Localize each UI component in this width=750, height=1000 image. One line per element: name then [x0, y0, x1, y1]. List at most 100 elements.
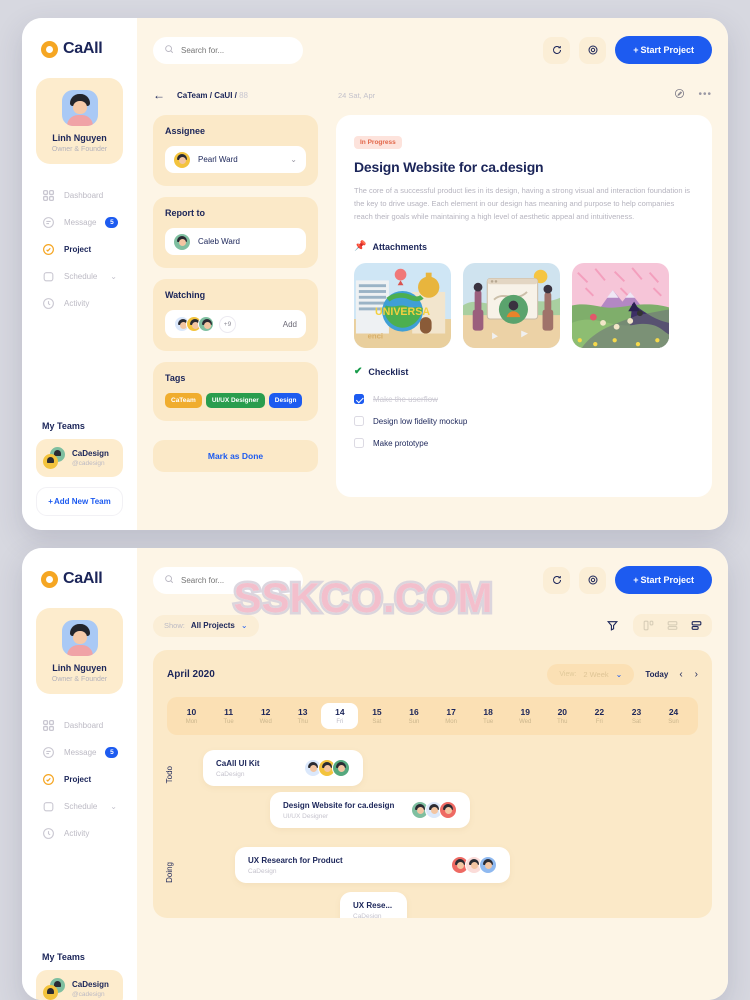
- day-cell[interactable]: 19 Wed: [507, 703, 544, 729]
- back-arrow-icon[interactable]: ←: [153, 89, 165, 101]
- timeline-view-icon[interactable]: [690, 619, 703, 632]
- timeline-card[interactable]: CaAll UI Kit CaDesign: [203, 750, 363, 786]
- profile-card[interactable]: Linh Nguyen Owner & Founder: [36, 608, 123, 694]
- refresh-button[interactable]: [543, 566, 571, 594]
- search-box[interactable]: [153, 36, 303, 64]
- tag-chip[interactable]: UI/UX Designer: [205, 393, 265, 408]
- profile-role: Owner & Founder: [51, 676, 108, 683]
- refresh-button[interactable]: [543, 36, 571, 64]
- day-cell[interactable]: 12 Wed: [247, 703, 284, 729]
- brand-logo[interactable]: CaAll: [32, 36, 127, 58]
- ring-icon: [41, 570, 58, 588]
- day-weekday: Thu: [557, 719, 568, 725]
- prev-arrow-icon[interactable]: ‹: [679, 669, 682, 680]
- sidebar-item-message[interactable]: Message 5: [32, 209, 127, 236]
- breadcrumb[interactable]: CaTeam / CaUI / 88: [177, 91, 248, 100]
- timeline-card-subtitle: UI/UX Designer: [283, 812, 329, 820]
- sidebar-item-project[interactable]: Project: [32, 766, 127, 793]
- timeline-card[interactable]: Design Website for ca.design UI/UX Desig…: [270, 792, 470, 828]
- add-watcher-button[interactable]: Add: [283, 320, 297, 329]
- team-card-cadesign[interactable]: CaDesign @cadesign: [36, 439, 123, 477]
- chevron-down-icon[interactable]: ⌄: [110, 272, 117, 281]
- search-input[interactable]: [181, 45, 292, 55]
- calendar-month: April 2020: [167, 669, 215, 680]
- profile-card[interactable]: Linh Nguyen Owner & Founder: [36, 78, 123, 164]
- timeline-card[interactable]: UX Research for Product CaDesign: [235, 847, 510, 883]
- checklist-item[interactable]: Make the userflow: [354, 388, 694, 410]
- board-view-icon[interactable]: [642, 619, 655, 632]
- timeline-card[interactable]: UX Rese... CaDesign: [340, 892, 407, 918]
- day-cell[interactable]: 17 Mon: [433, 703, 470, 729]
- start-project-button[interactable]: + Start Project: [615, 566, 712, 594]
- day-cell[interactable]: 20 Thu: [544, 703, 581, 729]
- search-input[interactable]: [181, 575, 292, 585]
- next-arrow-icon[interactable]: ›: [695, 669, 698, 680]
- sidebar-item-schedule[interactable]: Schedule ⌄: [32, 263, 127, 290]
- day-cell[interactable]: 22 Fri: [581, 703, 618, 729]
- add-new-team-button[interactable]: +Add New Team: [36, 487, 123, 516]
- day-cell[interactable]: 16 Sun: [395, 703, 432, 729]
- avatar: [479, 856, 497, 874]
- search-box[interactable]: [153, 566, 303, 594]
- assignee-select[interactable]: Pearl Ward ⌄: [165, 146, 306, 173]
- tag-chip[interactable]: Design: [268, 393, 303, 408]
- show-projects-select[interactable]: Show: All Projects ⌄: [153, 614, 259, 637]
- target-button[interactable]: [579, 36, 607, 64]
- svg-text:enci: enci: [368, 332, 384, 341]
- range-select[interactable]: View: 2 Week ⌄: [547, 664, 635, 685]
- checkbox[interactable]: [354, 394, 364, 405]
- sidebar-item-label: Message: [64, 748, 97, 757]
- team-card-cadesign[interactable]: CaDesign @cadesign: [36, 970, 123, 1000]
- attachment-university-illustration[interactable]: UNIVERSA enci: [354, 263, 451, 349]
- sidebar-item-label: Dashboard: [64, 721, 104, 730]
- day-strip: 10 Mon 11 Tue 12 Wed 13 Thu 14 Fri 15 Sat 16 Su…: [167, 697, 698, 735]
- day-cell[interactable]: 11 Tue: [210, 703, 247, 729]
- timeline-card-title: UX Rese...: [353, 900, 393, 910]
- brand-logo[interactable]: CaAll: [32, 566, 127, 588]
- day-cell-selected[interactable]: 14 Fri: [321, 703, 359, 729]
- checkbox[interactable]: [354, 438, 364, 449]
- more-dots-icon[interactable]: •••: [698, 90, 712, 100]
- plus-icon: +: [633, 45, 639, 55]
- day-number: 24: [668, 707, 679, 717]
- day-cell[interactable]: 23 Sat: [618, 703, 655, 729]
- checklist: Make the userflow Design low fidelity mo…: [354, 388, 694, 454]
- funnel-icon[interactable]: [606, 619, 619, 632]
- list-view-icon[interactable]: [666, 619, 679, 632]
- timeline-card-avatars: [451, 856, 497, 874]
- team-name: CaDesign: [72, 980, 109, 989]
- day-cell[interactable]: 10 Mon: [173, 703, 210, 729]
- attachment-web-design-illustration[interactable]: [463, 263, 560, 349]
- sidebar-item-label: Message: [64, 218, 97, 227]
- sidebar-item-activity[interactable]: Activity: [32, 290, 127, 317]
- attachment-mountain-landscape-illustration[interactable]: [572, 263, 669, 349]
- sidebar-item-message[interactable]: Message 5: [32, 739, 127, 766]
- tag-chip[interactable]: CaTeam: [165, 393, 202, 408]
- day-cell[interactable]: 13 Thu: [284, 703, 321, 729]
- report-to-field[interactable]: Caleb Ward: [165, 228, 306, 255]
- sidebar-item-dashboard[interactable]: Dashboard: [32, 182, 127, 209]
- checklist-item-label: Design low fidelity mockup: [373, 416, 468, 426]
- view-mode-group: [633, 614, 712, 637]
- sidebar-item-schedule[interactable]: Schedule ⌄: [32, 793, 127, 820]
- day-cell[interactable]: 18 Tue: [470, 703, 507, 729]
- profile-name: Linh Nguyen: [52, 663, 107, 673]
- chevron-down-icon[interactable]: ⌄: [110, 802, 117, 811]
- assignee-value: Pearl Ward: [198, 155, 238, 164]
- target-button[interactable]: [579, 566, 607, 594]
- sidebar-item-activity[interactable]: Activity: [32, 820, 127, 847]
- sidebar-item-project[interactable]: Project: [32, 236, 127, 263]
- day-cell[interactable]: 15 Sat: [358, 703, 395, 729]
- mark-as-done-button[interactable]: Mark as Done: [153, 440, 318, 472]
- edit-icon[interactable]: [674, 86, 685, 104]
- start-project-button[interactable]: + Start Project: [615, 36, 712, 64]
- day-cell[interactable]: 24 Sun: [655, 703, 692, 729]
- grid-icon: [42, 189, 55, 202]
- sidebar-item-dashboard[interactable]: Dashboard: [32, 712, 127, 739]
- checklist-item[interactable]: Make prototype: [354, 432, 694, 454]
- checklist-item[interactable]: Design low fidelity mockup: [354, 410, 694, 432]
- day-weekday: Tue: [483, 719, 494, 725]
- day-number: 11: [224, 707, 234, 717]
- today-button[interactable]: Today: [645, 670, 668, 679]
- checkbox[interactable]: [354, 416, 364, 427]
